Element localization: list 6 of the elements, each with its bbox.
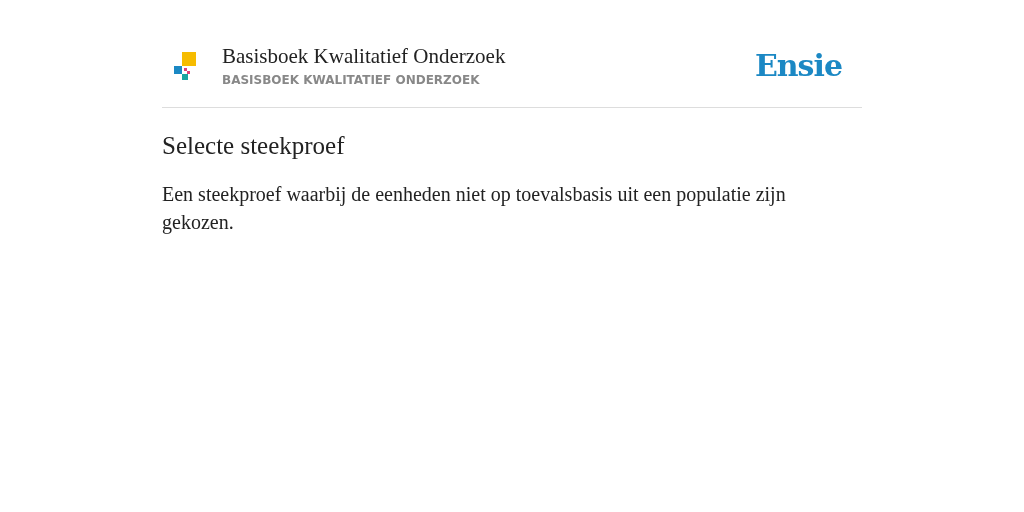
logo-icon	[174, 51, 196, 80]
entry-term: Selecte steekproef	[162, 132, 346, 160]
book-subtitle: BASISBOEK KWALITATIEF ONDERZOEK	[222, 73, 481, 87]
entry-definition: Een steekproef waarbij de eenheden niet op toevalsbasis uit een populatie zijn gekozen.	[162, 182, 787, 236]
brand-logo[interactable]: Ensie	[754, 48, 842, 83]
book-title: Basisboek Kwalitatief Onderzoek	[222, 44, 507, 69]
